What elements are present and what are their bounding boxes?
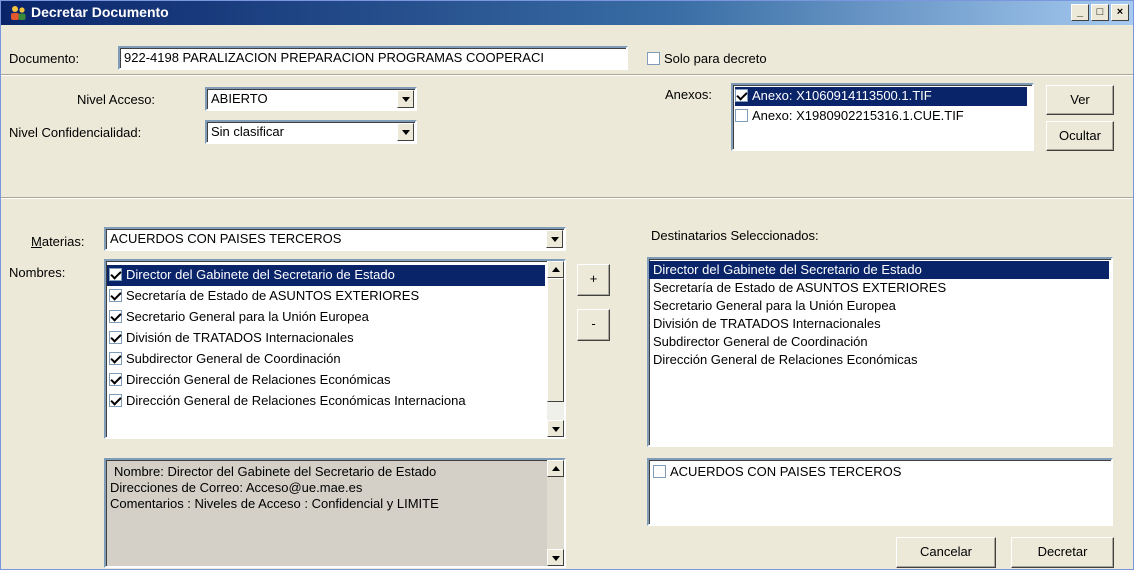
title-bar[interactable]: Decretar Documento _ □ × [1, 1, 1133, 25]
scroll-down-icon[interactable] [547, 420, 564, 437]
destinatario-item[interactable]: Director del Gabinete del Secretario de … [649, 261, 1109, 279]
nombre-item[interactable]: Subdirector General de Coordinación [107, 349, 545, 370]
add-button[interactable]: + [577, 264, 610, 296]
top-separator [1, 74, 1133, 76]
nivel-acceso-select[interactable]: ABIERTO [205, 87, 417, 111]
chevron-down-icon[interactable] [546, 230, 563, 248]
maximize-button[interactable]: □ [1091, 4, 1109, 21]
close-button[interactable]: × [1111, 4, 1129, 21]
anexo-item[interactable]: Anexo: X1060914113500.1.TIF [735, 87, 1027, 106]
scroll-down-icon[interactable] [547, 549, 564, 566]
nombre-check-icon[interactable] [109, 310, 122, 323]
scroll-up-icon[interactable] [547, 460, 564, 477]
materias-value: ACUERDOS CON PAISES TERCEROS [110, 231, 342, 246]
minimize-button[interactable]: _ [1071, 4, 1089, 21]
documento-value: 922-4198 PARALIZACION PREPARACION PROGRA… [124, 50, 544, 65]
ver-button[interactable]: Ver [1046, 85, 1114, 115]
anexo-item-label: Anexo: X1980902215316.1.CUE.TIF [752, 108, 964, 123]
cancelar-button[interactable]: Cancelar [896, 537, 996, 568]
nombres-scrollbar[interactable] [547, 261, 564, 437]
nombre-item[interactable]: Secretaría de Estado de ASUNTOS EXTERIOR… [107, 286, 545, 307]
detalle-scrollbar[interactable] [547, 460, 564, 566]
nombre-check-icon[interactable] [109, 352, 122, 365]
destinatario-item[interactable]: Secretario General para la Unión Europea [649, 297, 1109, 315]
nombre-item[interactable]: Secretario General para la Unión Europea [107, 307, 545, 328]
solo-decreto-check-icon[interactable] [647, 52, 660, 65]
remove-button[interactable]: - [577, 309, 610, 341]
destinatarios-list[interactable]: Director del Gabinete del Secretario de … [647, 257, 1113, 447]
users-icon [11, 6, 26, 20]
window-title: Decretar Documento [31, 4, 169, 20]
decretar-button[interactable]: Decretar [1011, 537, 1114, 568]
nombre-check-icon[interactable] [109, 268, 122, 281]
nivel-confidencialidad-label: Nivel Confidencialidad: [9, 125, 142, 140]
nivel-acceso-value: ABIERTO [211, 91, 268, 106]
chevron-down-icon[interactable] [397, 123, 414, 141]
anexo-check-icon[interactable] [735, 109, 748, 122]
ocultar-button[interactable]: Ocultar [1046, 121, 1114, 151]
anexos-list[interactable]: Anexo: X1060914113500.1.TIF Anexo: X1980… [731, 83, 1034, 151]
nivel-confidencialidad-select[interactable]: Sin clasificar [205, 120, 417, 144]
destinatario-item[interactable]: Subdirector General de Coordinación [649, 333, 1109, 351]
decretar-documento-window: Decretar Documento _ □ × Documento: 922-… [0, 0, 1134, 570]
destinatario-item[interactable]: División de TRATADOS Internacionales [649, 315, 1109, 333]
detalle-box: Nombre: Director del Gabinete del Secret… [104, 458, 566, 568]
materia-item[interactable]: ACUERDOS CON PAISES TERCEROS [653, 463, 901, 481]
nombre-check-icon[interactable] [109, 331, 122, 344]
anexo-check-icon[interactable] [735, 89, 748, 102]
nombre-item[interactable]: Dirección General de Relaciones Económic… [107, 391, 545, 412]
detalle-correo: Direcciones de Correo: Acceso@ue.mae.es [110, 480, 363, 495]
nombre-item[interactable]: División de TRATADOS Internacionales [107, 328, 545, 349]
anexo-item[interactable]: Anexo: X1980902215316.1.CUE.TIF [735, 107, 1027, 126]
materias-select[interactable]: ACUERDOS CON PAISES TERCEROS [104, 227, 566, 251]
solo-decreto-checkbox[interactable]: Solo para decreto [647, 51, 767, 66]
destinatario-item[interactable]: Dirección General de Relaciones Económic… [649, 351, 1109, 369]
nivel-confidencialidad-value: Sin clasificar [211, 124, 284, 139]
documento-label: Documento: [9, 51, 80, 66]
materia-check-icon[interactable] [653, 465, 666, 478]
nombre-check-icon[interactable] [109, 289, 122, 302]
scroll-thumb[interactable] [547, 278, 564, 402]
scroll-up-icon[interactable] [547, 261, 564, 278]
anexos-label: Anexos: [665, 87, 712, 102]
destinatarios-label: Destinatarios Seleccionados: [651, 228, 819, 243]
anexo-item-label: Anexo: X1060914113500.1.TIF [752, 88, 932, 103]
nombre-check-icon[interactable] [109, 394, 122, 407]
solo-decreto-label: Solo para decreto [664, 51, 767, 66]
nombre-check-icon[interactable] [109, 373, 122, 386]
destinatario-item[interactable]: Secretaría de Estado de ASUNTOS EXTERIOR… [649, 279, 1109, 297]
nombres-label: Nombres: [9, 265, 66, 280]
materias-checklist[interactable]: ACUERDOS CON PAISES TERCEROS [647, 458, 1113, 526]
nivel-acceso-label: Nivel Acceso: [77, 92, 156, 107]
nombres-list[interactable]: Director del Gabinete del Secretario de … [104, 259, 566, 439]
nombre-item[interactable]: Director del Gabinete del Secretario de … [107, 265, 545, 286]
nombre-item[interactable]: Dirección General de Relaciones Económic… [107, 370, 545, 391]
documento-field[interactable]: 922-4198 PARALIZACION PREPARACION PROGRA… [118, 46, 628, 70]
detalle-nombre: Nombre: Director del Gabinete del Secret… [114, 464, 437, 479]
materias-label: Materias: [31, 234, 85, 249]
chevron-down-icon[interactable] [397, 90, 414, 108]
detalle-comentarios: Comentarios : Niveles de Acceso : Confid… [110, 496, 439, 511]
middle-separator [1, 197, 1133, 199]
